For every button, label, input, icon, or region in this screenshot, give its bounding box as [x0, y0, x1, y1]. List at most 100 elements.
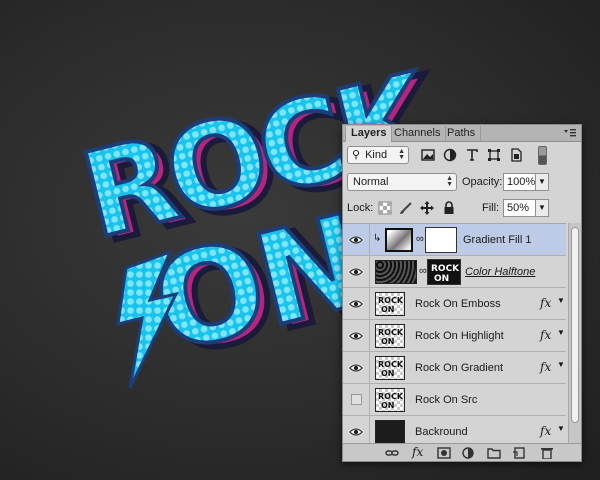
opacity-dropdown-button[interactable]: ▼	[535, 173, 549, 191]
layer-name: Gradient Fill 1	[463, 234, 532, 246]
blend-opacity-row: Normal ▲ ▼ Opacity: 100% ▼	[347, 173, 577, 193]
layer-name: Rock On Highlight	[415, 330, 504, 342]
eye-icon[interactable]	[349, 299, 363, 309]
svg-text:ROCK: ROCK	[378, 328, 404, 337]
layer-effects-icon[interactable]: fx	[540, 360, 551, 374]
layer-effects-icon[interactable]: fx	[540, 328, 551, 342]
expand-effects-icon[interactable]: ▼	[557, 296, 565, 305]
layer-effects-icon[interactable]: fx	[540, 296, 551, 310]
blend-mode-select[interactable]: Normal ▲ ▼	[347, 173, 457, 191]
new-layer-icon[interactable]	[512, 447, 526, 459]
layer-row-rock-on-src[interactable]: ROCK ON Rock On Src	[343, 384, 566, 416]
layer-name: Color Halftone	[465, 266, 536, 278]
panel-menu-icon[interactable]	[563, 127, 577, 139]
layer-thumbnail: ROCK ON	[375, 388, 405, 412]
layer-thumbnail: ROCK ON	[375, 292, 405, 316]
svg-text:ON: ON	[434, 274, 449, 284]
lock-image-pixels-icon[interactable]	[399, 201, 413, 215]
expand-effects-icon[interactable]: ▼	[557, 360, 565, 369]
visibility-cell[interactable]	[343, 416, 370, 443]
lock-transparency-icon[interactable]	[378, 201, 392, 215]
link-layers-icon[interactable]	[385, 447, 399, 459]
svg-text:ON: ON	[381, 401, 395, 410]
link-icon: ∞	[419, 265, 427, 277]
add-layer-mask-icon[interactable]	[437, 447, 451, 459]
layer-row-backround[interactable]: Backround fx ▼	[343, 416, 566, 443]
svg-text:ROCK: ROCK	[431, 264, 460, 274]
layers-panel: Layers Channels Paths ⚲ Kind ▲ ▼ Normal …	[342, 124, 582, 462]
layers-scrollbar[interactable]	[568, 223, 581, 443]
new-adjustment-layer-icon[interactable]	[461, 447, 475, 459]
layer-thumbnail: ROCK ON	[375, 324, 405, 348]
eye-icon[interactable]	[349, 427, 363, 437]
layer-name: Backround	[415, 426, 468, 438]
svg-text:ROCK: ROCK	[378, 392, 404, 401]
smart-object-filter-icon[interactable]	[509, 148, 523, 162]
tab-channels[interactable]: Channels	[389, 126, 447, 142]
tab-paths[interactable]: Paths	[442, 126, 482, 142]
layer-thumbnail	[385, 228, 413, 252]
visibility-cell[interactable]	[343, 256, 370, 288]
visibility-cell[interactable]	[343, 384, 370, 416]
layer-row-color-halftone[interactable]: ∞ ROCK ON Color Halftone	[343, 256, 566, 288]
layer-row-rock-on-emboss[interactable]: ROCK ON Rock On Emboss fx ▼	[343, 288, 566, 320]
shape-layer-filter-icon[interactable]	[487, 148, 501, 162]
visibility-cell[interactable]	[343, 224, 370, 256]
fill-dropdown-button[interactable]: ▼	[535, 199, 549, 217]
layers-bottom-toolbar: fx	[343, 443, 581, 461]
search-icon: ⚲	[352, 149, 361, 161]
eye-icon[interactable]	[349, 235, 363, 245]
pixel-layer-filter-icon[interactable]	[421, 148, 435, 162]
fill-label: Fill:	[482, 202, 500, 214]
tab-layers[interactable]: Layers	[345, 126, 393, 142]
fill-input[interactable]: 50%	[503, 199, 537, 217]
eye-icon[interactable]	[349, 331, 363, 341]
eye-icon[interactable]	[349, 363, 363, 373]
layer-name: Rock On Emboss	[415, 298, 501, 310]
layer-thumbnail: ROCK ON	[375, 356, 405, 380]
svg-text:ON: ON	[381, 337, 395, 346]
layer-mask-thumbnail: ROCK ON	[427, 259, 461, 285]
layer-row-gradient-fill[interactable]: ↳ ∞ Gradient Fill 1	[343, 224, 566, 256]
type-layer-filter-icon[interactable]	[465, 148, 479, 162]
adjustment-layer-filter-icon[interactable]	[443, 148, 457, 162]
opacity-input[interactable]: 100%	[503, 173, 537, 191]
layer-name: Rock On Gradient	[415, 362, 504, 374]
scrollbar-thumb[interactable]	[571, 227, 579, 423]
stepper-arrows-icon: ▲ ▼	[398, 148, 405, 161]
add-layer-style-icon[interactable]: fx	[412, 445, 423, 459]
lock-label: Lock:	[347, 202, 374, 214]
svg-text:ROCK: ROCK	[378, 296, 404, 305]
eye-icon[interactable]	[349, 267, 363, 277]
layer-thumbnail	[375, 260, 417, 284]
stepper-arrows-icon: ▲ ▼	[446, 175, 453, 188]
layer-row-rock-on-highlight[interactable]: ROCK ON Rock On Highlight fx ▼	[343, 320, 566, 352]
visibility-cell[interactable]	[343, 288, 370, 320]
layer-thumbnail	[375, 420, 405, 443]
visibility-cell[interactable]	[343, 352, 370, 384]
layer-name: Rock On Src	[415, 394, 478, 406]
new-group-icon[interactable]	[487, 447, 501, 459]
layers-list: ↳ ∞ Gradient Fill 1 ∞ ROCK ON Color Halft…	[343, 223, 566, 443]
lock-position-icon[interactable]	[420, 201, 434, 215]
filter-kind-select[interactable]: ⚲ Kind ▲ ▼	[347, 146, 409, 164]
lock-all-icon[interactable]	[442, 201, 456, 215]
svg-text:ON: ON	[381, 305, 395, 314]
svg-text:ON: ON	[381, 369, 395, 378]
clipping-arrow-icon: ↳	[373, 233, 382, 244]
filter-toggle-switch[interactable]	[538, 146, 547, 165]
layer-row-rock-on-gradient[interactable]: ROCK ON Rock On Gradient fx ▼	[343, 352, 566, 384]
layer-filter-row: ⚲ Kind ▲ ▼	[347, 146, 577, 166]
opacity-label: Opacity:	[462, 176, 503, 188]
expand-effects-icon[interactable]: ▼	[557, 424, 565, 433]
expand-effects-icon[interactable]: ▼	[557, 328, 565, 337]
lock-fill-row: Lock: Fill: 50% ▼	[347, 199, 577, 219]
visibility-cell[interactable]	[343, 320, 370, 352]
svg-text:ROCK: ROCK	[378, 360, 404, 369]
visibility-off-box[interactable]	[351, 394, 362, 405]
delete-layer-icon[interactable]	[540, 447, 554, 459]
layer-effects-icon[interactable]: fx	[540, 424, 551, 438]
blend-mode-value: Normal	[353, 176, 389, 188]
filter-kind-value: Kind	[365, 149, 388, 161]
layer-mask-thumbnail	[425, 227, 457, 253]
